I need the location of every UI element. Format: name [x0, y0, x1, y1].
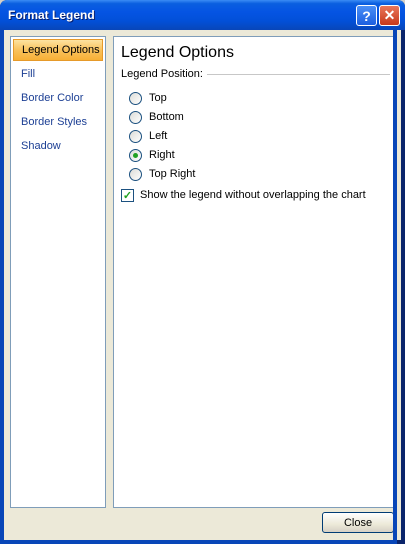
format-legend-dialog: Format Legend ? ✕ Legend Options Fill Bo… [0, 0, 405, 544]
window-frame [0, 30, 397, 544]
close-icon: ✕ [383, 7, 396, 23]
window-title: Format Legend [8, 8, 95, 22]
title-close-button[interactable]: ✕ [379, 5, 400, 26]
help-icon: ? [362, 7, 371, 24]
title-bar[interactable]: Format Legend ? ✕ [0, 0, 405, 30]
help-button[interactable]: ? [356, 5, 377, 26]
